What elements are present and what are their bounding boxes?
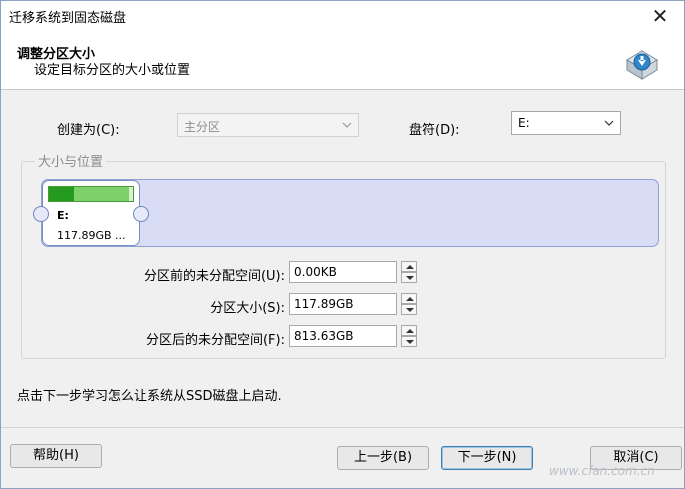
create-as-value: 主分区: [184, 120, 221, 134]
spin-up-button[interactable]: [401, 261, 417, 272]
group-legend: 大小与位置: [35, 151, 107, 170]
drive-letter-select[interactable]: E:: [511, 111, 621, 135]
arrow-up-icon: [406, 265, 414, 269]
partition-size-label: 分区大小(S):: [210, 301, 285, 316]
partition-block[interactable]: E: 117.89GB ...: [42, 180, 140, 246]
unalloc-after-label: 分区后的未分配空间(F):: [145, 333, 285, 348]
page-subtitle: 设定目标分区的大小或位置: [34, 63, 191, 78]
unalloc-before-label: 分区前的未分配空间(U):: [143, 269, 285, 284]
footer-divider: [1, 427, 684, 428]
partition-letter: E:: [57, 209, 69, 222]
resize-handle-right[interactable]: [133, 206, 149, 222]
arrow-down-icon: [406, 340, 414, 344]
resize-handle-left[interactable]: [33, 206, 49, 222]
partition-size: 117.89GB ...: [57, 229, 126, 242]
spin-down-button[interactable]: [401, 336, 417, 347]
unalloc-after-spinner[interactable]: [401, 325, 417, 347]
spin-down-button[interactable]: [401, 304, 417, 315]
dialog-window: 迁移系统到固态磁盘 ✕ 调整分区大小 设定目标分区的大小或位置 创建为(C): …: [0, 0, 685, 489]
partition-size-input[interactable]: 117.89GB: [289, 293, 397, 315]
disk-migrate-icon: [626, 50, 658, 80]
spin-up-button[interactable]: [401, 293, 417, 304]
back-button[interactable]: 上一步(B): [337, 446, 429, 470]
chevron-down-icon: [604, 120, 614, 126]
drive-letter-value: E:: [518, 116, 530, 130]
partition-size-spinner[interactable]: [401, 293, 417, 315]
spin-up-button[interactable]: [401, 325, 417, 336]
partition-used-fill: [49, 187, 74, 201]
create-as-label: 创建为(C):: [57, 123, 120, 138]
arrow-down-icon: [406, 276, 414, 280]
arrow-down-icon: [406, 308, 414, 312]
unalloc-before-input[interactable]: 0.00KB: [289, 261, 397, 283]
spin-down-button[interactable]: [401, 272, 417, 283]
wizard-header: 调整分区大小 设定目标分区的大小或位置: [1, 32, 684, 90]
title-bar: 迁移系统到固态磁盘 ✕: [1, 1, 684, 32]
create-as-select[interactable]: 主分区: [177, 113, 359, 137]
partition-usage-bar: [48, 186, 134, 202]
arrow-up-icon: [406, 297, 414, 301]
next-button[interactable]: 下一步(N): [441, 446, 533, 470]
unalloc-before-spinner[interactable]: [401, 261, 417, 283]
chevron-down-icon: [342, 122, 352, 128]
hint-text: 点击下一步学习怎么让系统从SSD磁盘上启动.: [17, 389, 282, 404]
help-button[interactable]: 帮助(H): [10, 444, 102, 468]
window-title: 迁移系统到固态磁盘: [9, 11, 127, 26]
close-button[interactable]: ✕: [648, 4, 672, 28]
drive-letter-label: 盘符(D):: [409, 123, 460, 138]
unalloc-after-input[interactable]: 813.63GB: [289, 325, 397, 347]
arrow-up-icon: [406, 329, 414, 333]
watermark: www.cfan.com.cn: [549, 464, 655, 478]
